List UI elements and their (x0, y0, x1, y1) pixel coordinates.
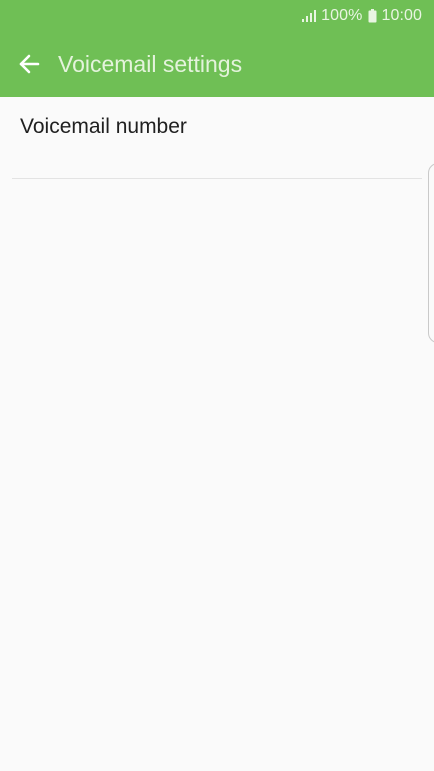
clock-time: 10:00 (381, 7, 422, 24)
status-bar: 100% 10:00 (0, 0, 434, 31)
arrow-left-icon (19, 54, 40, 74)
battery-icon (368, 9, 377, 23)
back-button[interactable] (0, 31, 58, 97)
settings-list: Voicemail number (0, 97, 434, 771)
status-indicators: 100% 10:00 (301, 6, 422, 26)
edge-panel-handle[interactable] (428, 163, 434, 343)
battery-percent: 100% (321, 7, 363, 24)
signal-bars-icon (301, 9, 317, 23)
screen: 100% 10:00 Voicemail settings Voicemail … (0, 0, 434, 771)
voicemail-number-item[interactable]: Voicemail number (12, 97, 422, 179)
page-title: Voicemail settings (58, 50, 243, 77)
app-bar: Voicemail settings (0, 31, 434, 97)
voicemail-number-label: Voicemail number (20, 115, 187, 138)
